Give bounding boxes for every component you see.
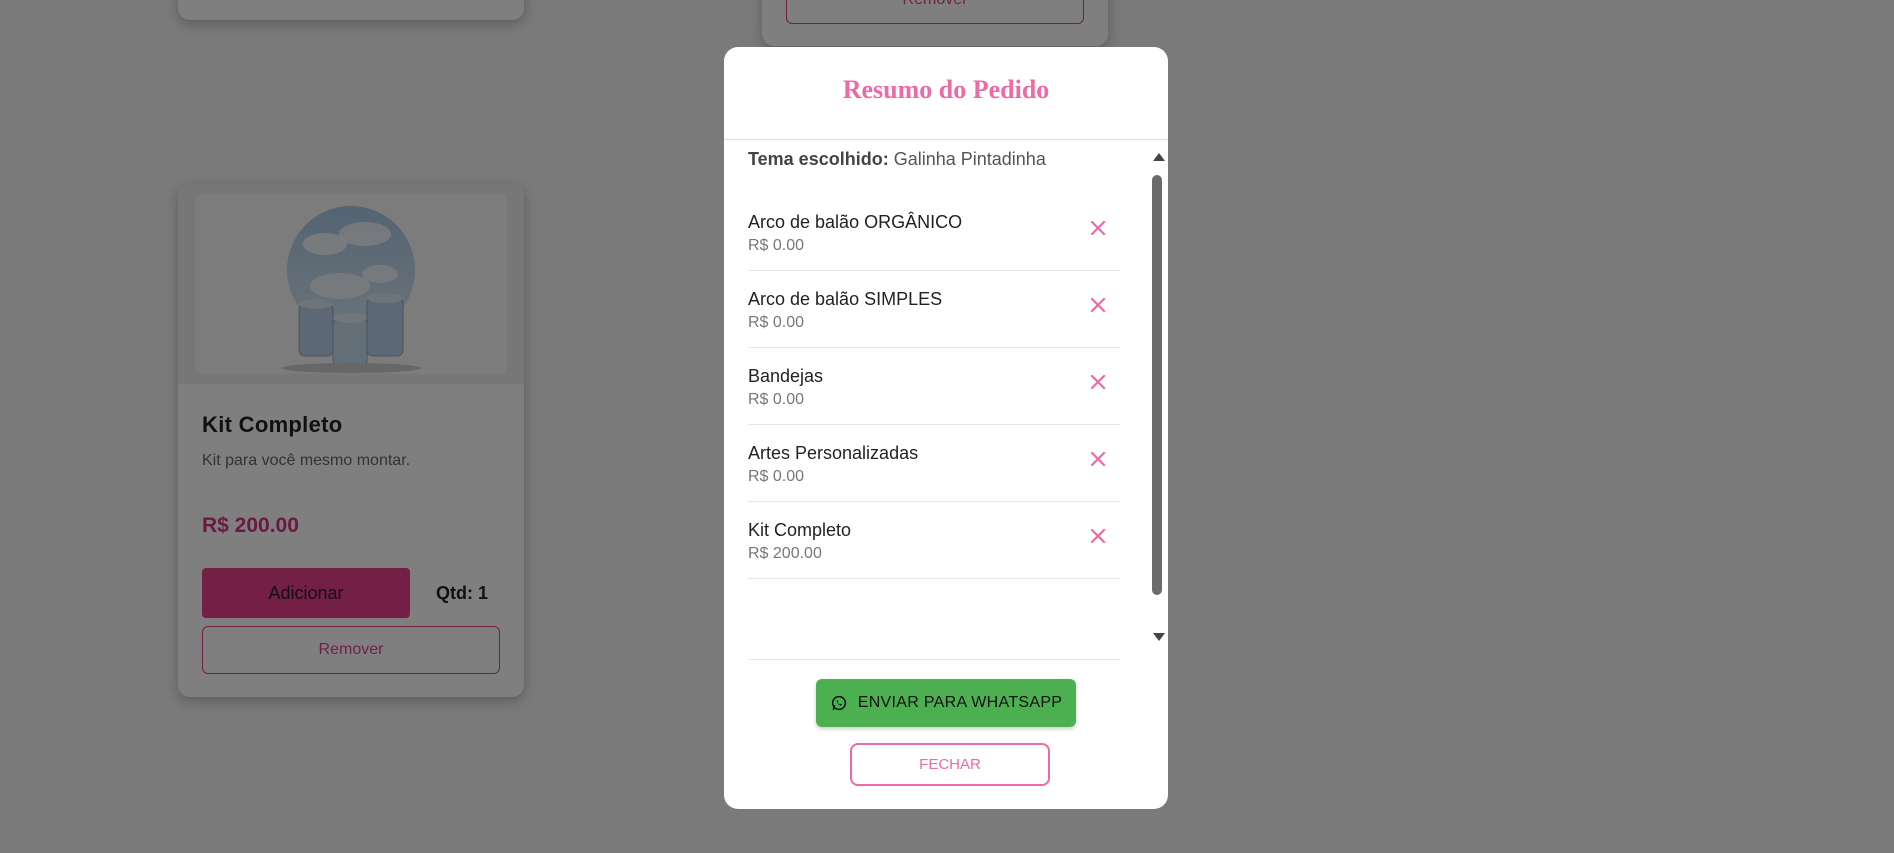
order-item-price: R$ 0.00 — [748, 237, 805, 254]
close-icon[interactable] — [1086, 370, 1110, 394]
order-item-name: Arco de balão ORGÂNICO — [748, 212, 963, 232]
scroll-down-arrow-icon[interactable] — [1153, 633, 1165, 641]
modal-header: Resumo do Pedido — [724, 47, 1168, 140]
modal-title: Resumo do Pedido — [842, 75, 1050, 104]
close-button[interactable]: FECHAR — [850, 743, 1050, 786]
close-icon[interactable] — [1086, 524, 1110, 548]
order-scroll-area[interactable]: Tema escolhido: Galinha Pintadinha Arco … — [748, 141, 1120, 701]
order-item: Artes Personalizadas R$ 0.00 — [748, 425, 1120, 502]
theme-value: Galinha Pintadinha — [893, 149, 1046, 169]
order-item: Bandejas R$ 0.00 — [748, 348, 1120, 425]
whatsapp-icon — [831, 695, 846, 711]
order-item-price: R$ 0.00 — [748, 468, 805, 485]
scroll-up-arrow-icon[interactable] — [1153, 153, 1165, 161]
order-item-price: R$ 200.00 — [748, 545, 822, 562]
close-icon[interactable] — [1086, 293, 1110, 317]
order-item-name: Bandejas — [748, 366, 824, 386]
total-divider — [748, 659, 1120, 660]
order-item-price: R$ 0.00 — [748, 391, 805, 408]
order-item-name: Arco de balão SIMPLES — [748, 289, 943, 309]
order-item: Arco de balão SIMPLES R$ 0.00 — [748, 271, 1120, 348]
send-whatsapp-label: ENVIAR PARA WHATSAPP — [857, 694, 1063, 711]
close-icon[interactable] — [1086, 447, 1110, 471]
order-summary-modal: Resumo do Pedido Tema escolhido: Galinha… — [724, 47, 1168, 809]
order-item-name: Artes Personalizadas — [748, 443, 919, 463]
order-item: Arco de balão ORGÂNICO R$ 0.00 — [748, 194, 1120, 271]
send-whatsapp-button[interactable]: ENVIAR PARA WHATSAPP — [816, 679, 1076, 727]
order-items-list: Arco de balão ORGÂNICO R$ 0.00 Arco de b… — [748, 194, 1120, 579]
order-item-price: R$ 0.00 — [748, 314, 805, 331]
theme-label: Tema escolhido: — [748, 149, 889, 169]
modal-body[interactable]: Tema escolhido: Galinha Pintadinha Arco … — [724, 141, 1168, 703]
order-item-name: Kit Completo — [748, 520, 852, 540]
vertical-scrollbar[interactable] — [1148, 145, 1166, 657]
close-icon[interactable] — [1086, 216, 1110, 240]
scrollbar-thumb[interactable] — [1152, 175, 1162, 595]
theme-line: Tema escolhido: Galinha Pintadinha — [748, 149, 1046, 170]
order-item: Kit Completo R$ 200.00 — [748, 502, 1120, 579]
